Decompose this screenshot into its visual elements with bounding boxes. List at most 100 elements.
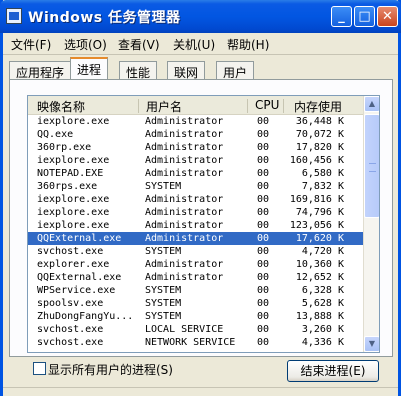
title-bar[interactable]: Windows 任务管理器 _ □ ✕ xyxy=(0,0,401,33)
table-row[interactable]: iexplore.exe Administrator 00 36,448 K xyxy=(28,115,364,128)
process-name-cell: explorer.exe xyxy=(37,259,110,270)
table-row[interactable]: iexplore.exe Administrator 00 169,816 K xyxy=(28,193,364,206)
table-row[interactable]: QQ.exe Administrator 00 70,072 K xyxy=(28,128,364,141)
memory-cell: 10,360 K xyxy=(295,259,344,270)
cpu-cell: 00 xyxy=(257,207,270,218)
process-name-cell: svchost.exe xyxy=(37,324,104,335)
close-button[interactable]: ✕ xyxy=(377,6,398,27)
table-row[interactable]: 360rp.exe Administrator 00 17,820 K xyxy=(28,141,364,154)
column-divider[interactable] xyxy=(247,99,248,113)
column-memory-usage[interactable]: 内存使用 xyxy=(294,98,342,115)
memory-cell: 13,888 K xyxy=(295,311,344,322)
memory-cell: 160,456 K xyxy=(289,155,344,166)
task-manager-app-icon xyxy=(6,8,22,24)
cpu-cell: 00 xyxy=(257,246,270,257)
memory-cell: 6,328 K xyxy=(301,285,344,296)
show-all-users-checkbox[interactable] xyxy=(33,362,46,375)
table-row[interactable]: spoolsv.exe SYSTEM 00 5,628 K xyxy=(28,297,364,310)
user-name-cell: LOCAL SERVICE xyxy=(145,324,224,335)
process-rows: iexplore.exe Administrator 00 36,448 K QQ.ex… xyxy=(28,115,364,349)
cpu-cell: 00 xyxy=(257,129,270,140)
user-name-cell: Administrator xyxy=(145,272,224,283)
cpu-cell: 00 xyxy=(257,168,270,179)
table-row[interactable]: QQExternal.exe Administrator 00 12,652 K xyxy=(28,271,364,284)
process-name-cell: iexplore.exe xyxy=(37,194,110,205)
end-process-button[interactable]: 结束进程(E) xyxy=(287,360,379,382)
column-divider[interactable] xyxy=(283,99,284,113)
table-row[interactable]: QQExternal.exe Administrator 00 17,620 K xyxy=(28,232,364,245)
cpu-cell: 00 xyxy=(257,311,270,322)
maximize-button[interactable]: □ xyxy=(354,6,375,27)
table-row[interactable]: svchost.exe NETWORK SERVICE 00 4,336 K xyxy=(28,336,364,349)
process-name-cell: spoolsv.exe xyxy=(37,298,104,309)
memory-cell: 6,580 K xyxy=(301,168,344,179)
scroll-down-arrow-icon[interactable]: ▼ xyxy=(364,336,379,352)
user-name-cell: NETWORK SERVICE xyxy=(145,337,236,348)
tab-networking[interactable]: 联网 xyxy=(167,61,206,80)
process-name-cell: QQExternal.exe xyxy=(37,272,122,283)
process-name-cell: iexplore.exe xyxy=(37,220,110,231)
table-row[interactable]: svchost.exe LOCAL SERVICE 00 3,260 K xyxy=(28,323,364,336)
process-list[interactable]: 映像名称 用户名 CPU 内存使用 iexplore.exe Administra… xyxy=(27,95,380,353)
user-name-cell: Administrator xyxy=(145,233,224,244)
minimize-button[interactable]: _ xyxy=(331,6,352,27)
table-row[interactable]: ZhuDongFangYu... SYSTEM 00 13,888 K xyxy=(28,310,364,323)
user-name-cell: Administrator xyxy=(145,142,224,153)
memory-cell: 7,832 K xyxy=(301,181,344,192)
process-name-cell: ZhuDongFangYu... xyxy=(37,311,134,322)
table-row[interactable]: svchost.exe SYSTEM 00 4,720 K xyxy=(28,245,364,258)
process-name-cell: iexplore.exe xyxy=(37,155,110,166)
table-row[interactable]: 360rps.exe SYSTEM 00 7,832 K xyxy=(28,180,364,193)
process-name-cell: 360rps.exe xyxy=(37,181,98,192)
menu-bar: 文件(F) 选项(O) 查看(V) 关机(U) 帮助(H) xyxy=(3,33,398,55)
table-row[interactable]: explorer.exe Administrator 00 10,360 K xyxy=(28,258,364,271)
table-row[interactable]: iexplore.exe Administrator 00 123,056 K xyxy=(28,219,364,232)
memory-cell: 3,260 K xyxy=(301,324,344,335)
table-row[interactable]: iexplore.exe Administrator 00 160,456 K xyxy=(28,154,364,167)
table-row[interactable]: WPService.exe SYSTEM 00 6,328 K xyxy=(28,284,364,297)
show-all-users-label[interactable]: 显示所有用户的进程(S) xyxy=(48,361,173,378)
process-name-cell: QQExternal.exe xyxy=(37,233,122,244)
user-name-cell: SYSTEM xyxy=(145,311,182,322)
memory-cell: 4,336 K xyxy=(301,337,344,348)
column-user-name[interactable]: 用户名 xyxy=(146,98,182,115)
vertical-scrollbar[interactable]: ▲ ▼ xyxy=(363,96,379,352)
process-name-cell: svchost.exe xyxy=(37,337,104,348)
user-name-cell: Administrator xyxy=(145,116,224,127)
cpu-cell: 00 xyxy=(257,233,270,244)
process-name-cell: NOTEPAD.EXE xyxy=(37,168,104,179)
column-header: 映像名称 用户名 CPU 内存使用 xyxy=(28,96,364,115)
process-name-cell: QQ.exe xyxy=(37,129,74,140)
cpu-cell: 00 xyxy=(257,194,270,205)
memory-cell: 4,720 K xyxy=(301,246,344,257)
menu-help[interactable]: 帮助(H) xyxy=(227,36,269,53)
tab-applications[interactable]: 应用程序 xyxy=(9,61,72,80)
cpu-cell: 00 xyxy=(257,116,270,127)
column-image-name[interactable]: 映像名称 xyxy=(37,98,85,115)
tab-strip: 应用程序 进程 性能 联网 用户 xyxy=(3,56,398,81)
scroll-thumb[interactable] xyxy=(364,114,379,218)
tab-processes[interactable]: 进程 xyxy=(70,57,109,81)
status-bar xyxy=(3,387,398,396)
window-title: Windows 任务管理器 xyxy=(28,10,181,26)
column-cpu[interactable]: CPU xyxy=(255,98,279,112)
table-row[interactable]: NOTEPAD.EXE Administrator 00 6,580 K xyxy=(28,167,364,180)
cpu-cell: 00 xyxy=(257,285,270,296)
menu-view[interactable]: 查看(V) xyxy=(118,36,160,53)
menu-file[interactable]: 文件(F) xyxy=(11,36,51,53)
process-name-cell: iexplore.exe xyxy=(37,207,110,218)
scroll-up-arrow-icon[interactable]: ▲ xyxy=(364,96,379,112)
tab-performance[interactable]: 性能 xyxy=(119,61,158,80)
memory-cell: 12,652 K xyxy=(295,272,344,283)
memory-cell: 169,816 K xyxy=(289,194,344,205)
tab-users[interactable]: 用户 xyxy=(216,61,255,80)
menu-shutdown[interactable]: 关机(U) xyxy=(173,36,215,53)
user-name-cell: Administrator xyxy=(145,207,224,218)
column-divider[interactable] xyxy=(138,99,139,113)
table-row[interactable]: iexplore.exe Administrator 00 74,796 K xyxy=(28,206,364,219)
user-name-cell: Administrator xyxy=(145,155,224,166)
menu-options[interactable]: 选项(O) xyxy=(64,36,107,53)
user-name-cell: Administrator xyxy=(145,168,224,179)
memory-cell: 74,796 K xyxy=(295,207,344,218)
memory-cell: 123,056 K xyxy=(289,220,344,231)
